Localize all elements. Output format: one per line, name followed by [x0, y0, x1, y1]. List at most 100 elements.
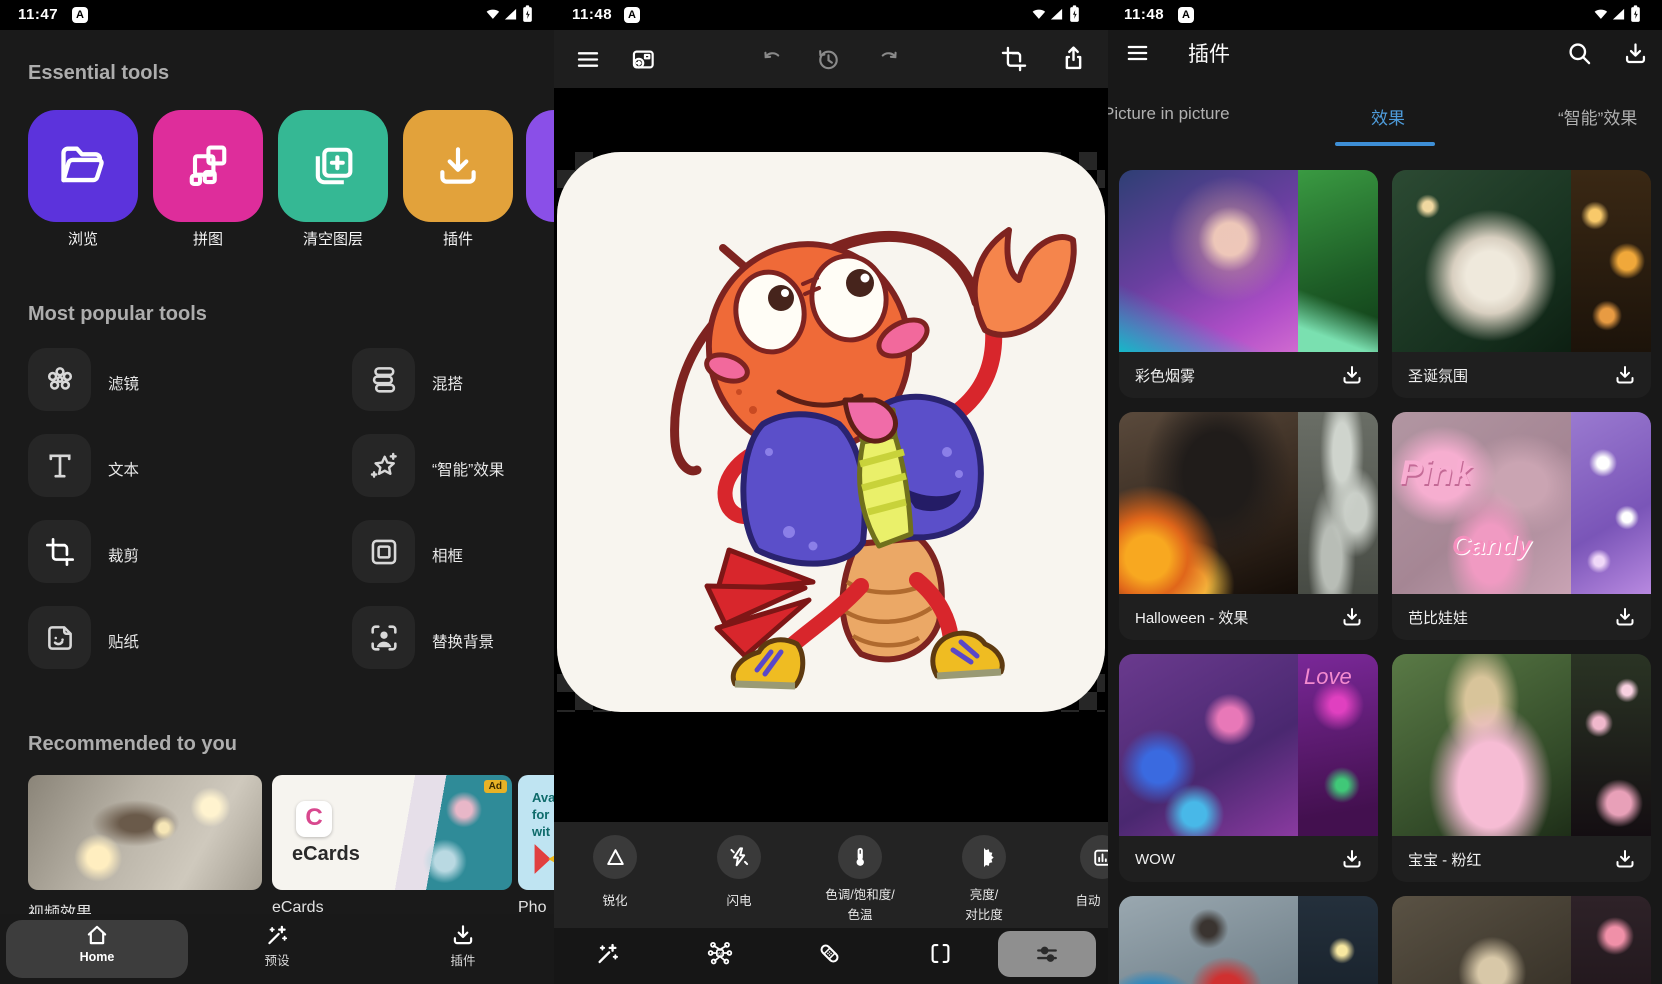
folder-open-icon: [57, 140, 109, 192]
nav-item-presets[interactable]: 预设: [237, 922, 317, 969]
effect-card-partial-2[interactable]: [1392, 896, 1651, 984]
effect-card-baby-pink[interactable]: 宝宝 - 粉红: [1392, 654, 1651, 882]
tab-smart-effects[interactable]: “智能”效果: [1558, 104, 1637, 129]
effect-label: 圣诞氛围: [1408, 365, 1613, 386]
redo-icon[interactable]: [876, 47, 901, 72]
tool-lightning[interactable]: [717, 835, 761, 879]
ecards-card-text: eCards: [292, 843, 360, 866]
lightning-icon: [726, 844, 752, 870]
tool-tile-browse[interactable]: [28, 110, 138, 222]
export-project-icon[interactable]: [628, 45, 658, 74]
popular-tool-label: “智能”效果: [432, 458, 504, 480]
tool-tile-partial[interactable]: [526, 110, 554, 222]
download-icon[interactable]: [1340, 363, 1364, 387]
tile-label: 拼图: [153, 228, 263, 249]
download-icon[interactable]: [1613, 847, 1637, 871]
menu-icon[interactable]: [1124, 40, 1151, 66]
crop-icon[interactable]: [1000, 45, 1028, 73]
ecards-logo-icon: C: [296, 801, 332, 837]
popular-tool-smart-effects[interactable]: [352, 434, 415, 497]
status-time: 11:48: [572, 6, 612, 23]
canvas-image-lobster-sticker[interactable]: [557, 152, 1105, 712]
tab-effects[interactable]: 效果: [1338, 104, 1438, 129]
download-icon[interactable]: [1340, 847, 1364, 871]
nav-item-home[interactable]: Home: [57, 922, 137, 964]
magic-wand-icon: [237, 922, 317, 948]
clear-layers-icon: [307, 140, 359, 192]
download-icon[interactable]: [1613, 363, 1637, 387]
effect-card-christmas[interactable]: 圣诞氛围: [1392, 170, 1651, 398]
effect-thumbnail: Love: [1119, 654, 1378, 836]
effect-thumbnail: [1119, 412, 1378, 594]
cellular-icon: [1049, 7, 1064, 22]
frame-icon: [367, 535, 401, 569]
home-tools-panel: 11:47 A Essential tools 浏览 拼图 清空图层 插件 Mo…: [0, 0, 554, 984]
editor-canvas[interactable]: [554, 88, 1108, 822]
crop-icon: [44, 536, 76, 568]
popular-tool-label: 替换背景: [432, 630, 494, 652]
popular-tool-replace-background[interactable]: [352, 606, 415, 669]
effect-card-barbie[interactable]: Pink Candy 芭比娃娃: [1392, 412, 1651, 640]
tool-sharpen[interactable]: [593, 835, 637, 879]
history-icon[interactable]: [815, 46, 842, 73]
tool-tile-clear-layers[interactable]: [278, 110, 388, 222]
tool-brightness-contrast[interactable]: [962, 835, 1006, 879]
notification-app-badge: A: [72, 7, 88, 23]
popular-tool-crop[interactable]: [28, 520, 91, 583]
popular-tool-frame[interactable]: [352, 520, 415, 583]
popular-tool-text[interactable]: [28, 434, 91, 497]
tool-tile-collage[interactable]: [153, 110, 263, 222]
effect-card-color-smoke[interactable]: 彩色烟雾: [1119, 170, 1378, 398]
download-icon: [433, 141, 483, 191]
section-title-recommended: Recommended to you: [28, 733, 237, 756]
tool-label: 闪电: [669, 890, 809, 909]
effect-card-partial-1[interactable]: [1119, 896, 1378, 984]
plugins-panel: 11:48 A 插件 Picture in picture 效果 “智能”效果 …: [1108, 0, 1662, 984]
tool-label: 自动: [1018, 890, 1108, 909]
menu-icon[interactable]: [574, 46, 602, 73]
text-icon: [43, 449, 77, 483]
sharpen-icon: [603, 845, 628, 870]
popular-tool-label: 滤镜: [108, 372, 139, 394]
nav-item-plugins[interactable]: 插件: [423, 922, 503, 969]
status-time: 11:47: [18, 6, 58, 23]
notification-app-badge: A: [1178, 7, 1194, 23]
undo-icon[interactable]: [760, 47, 785, 72]
tool-tile-plugins[interactable]: [403, 110, 513, 222]
search-icon[interactable]: [1566, 40, 1593, 67]
adjust-category-selected[interactable]: [998, 931, 1096, 977]
tool-hue-saturation-temperature[interactable]: [838, 835, 882, 879]
popular-tool-label: 贴纸: [108, 630, 139, 652]
download-icon[interactable]: [1613, 605, 1637, 629]
popular-tool-mix[interactable]: [352, 348, 415, 411]
tab-picture-in-picture[interactable]: Picture in picture: [1108, 104, 1230, 124]
recommended-card-video-effects[interactable]: [28, 775, 262, 890]
share-icon[interactable]: [1059, 44, 1088, 73]
contrast-icon: [971, 844, 997, 870]
promo-text: Avaforwit: [532, 789, 554, 840]
pink-text-decoration: Pink: [1400, 454, 1472, 493]
popular-tool-label: 混搭: [432, 372, 463, 394]
download-icon[interactable]: [1340, 605, 1364, 629]
magic-wand-icon[interactable]: [594, 940, 621, 967]
bandage-retouch-icon[interactable]: [816, 940, 843, 967]
recommended-card-partial[interactable]: Avaforwit: [518, 775, 554, 890]
popular-tool-label: 文本: [108, 458, 139, 480]
status-bar: 11:48 A: [554, 0, 1108, 30]
app-screen: 11:47 A Essential tools 浏览 拼图 清空图层 插件 Mo…: [0, 0, 1662, 984]
wifi-icon: [1594, 7, 1609, 22]
tool-label: 色温: [790, 904, 930, 923]
effect-card-halloween[interactable]: Halloween - 效果: [1119, 412, 1378, 640]
download-icon[interactable]: [1622, 40, 1649, 67]
popular-tool-filters[interactable]: [28, 348, 91, 411]
battery-charging-icon: [521, 5, 534, 24]
canvas-image-transparency: [557, 152, 1105, 712]
recommended-card-ecards[interactable]: C eCards Ad: [272, 775, 512, 890]
effect-card-wow[interactable]: Love WOW: [1119, 654, 1378, 882]
ai-effects-icon[interactable]: [706, 939, 734, 967]
tile-label: 浏览: [28, 228, 138, 249]
wifi-icon: [486, 7, 501, 22]
selection-brackets-icon[interactable]: [927, 940, 954, 967]
popular-tool-sticker[interactable]: [28, 606, 91, 669]
tool-label: 锐化: [554, 890, 685, 909]
